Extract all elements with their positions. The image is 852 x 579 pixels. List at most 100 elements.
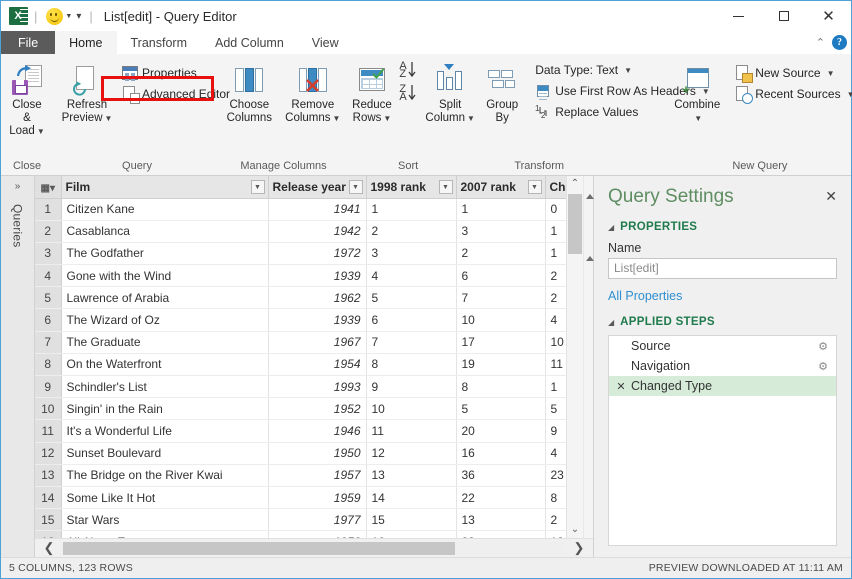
smiley-icon[interactable] [46,8,63,25]
scroll-right-icon[interactable]: ❯ [565,540,593,556]
cell-1998-rank[interactable]: 1 [366,198,456,220]
cell-release-year[interactable]: 1939 [268,309,366,331]
row-number-cell[interactable]: 2 [35,220,61,242]
refresh-preview-button[interactable]: Refresh Preview▼ [61,58,113,125]
filter-icon-release-year[interactable]: ▼ [349,180,363,194]
collapse-ribbon-icon[interactable]: ⌃ [816,36,825,49]
cell-1998-rank[interactable]: 4 [366,265,456,287]
quick-access-toolbar[interactable]: ▼ ▾ [46,8,84,25]
cell-change[interactable]: 1 [545,220,566,242]
cell-2007-rank[interactable]: 19 [456,353,545,375]
table-row[interactable]: 15Star Wars197715132 [35,509,566,531]
cell-2007-rank[interactable]: 8 [456,376,545,398]
properties-collapse-icon[interactable]: ◢ [608,223,614,232]
cell-1998-rank[interactable]: 15 [366,509,456,531]
recent-sources-dropdown-icon[interactable]: ▼ [847,90,852,99]
row-number-cell[interactable]: 12 [35,442,61,464]
close-button[interactable]: ✕ [806,1,851,31]
row-number-cell[interactable]: 3 [35,242,61,264]
combine-button[interactable]: + Combine ▼ [668,58,726,125]
cell-change[interactable]: 2 [545,287,566,309]
cell-1998-rank[interactable]: 11 [366,420,456,442]
cell-1998-rank[interactable]: 14 [366,486,456,508]
cell-2007-rank[interactable]: 10 [456,309,545,331]
remove-columns-dropdown-icon[interactable]: ▼ [333,114,341,123]
column-header-change[interactable]: Change [545,176,566,198]
column-header-2007-rank[interactable]: 2007 rank ▼ [456,176,545,198]
cell-2007-rank[interactable]: 13 [456,509,545,531]
cell-release-year[interactable]: 1959 [268,486,366,508]
filter-icon-1998-rank[interactable]: ▼ [439,180,453,194]
cell-1998-rank[interactable]: 9 [366,376,456,398]
table-row[interactable]: 5Lawrence of Arabia1962572 [35,287,566,309]
cell-2007-rank[interactable]: 20 [456,420,545,442]
applied-step[interactable]: Navigation⚙ [609,356,836,376]
sort-ascending-button[interactable]: A Z [399,61,416,78]
split-column-dropdown-icon[interactable]: ▼ [467,114,475,123]
table-corner-button[interactable]: ▦▾ [35,176,61,198]
tab-view[interactable]: View [298,31,353,54]
advanced-editor-button[interactable]: Advanced Editor [119,84,235,104]
split-column-button[interactable]: Split Column▼ [424,58,476,125]
hscroll-thumb[interactable] [63,542,455,555]
cell-1998-rank[interactable]: 8 [366,353,456,375]
cell-1998-rank[interactable]: 10 [366,398,456,420]
remove-columns-button[interactable]: Remove Columns▼ [280,58,346,125]
cell-2007-rank[interactable]: 2 [456,242,545,264]
table-row[interactable]: 2Casablanca1942231 [35,220,566,242]
table-row[interactable]: 11It's a Wonderful Life194611209 [35,420,566,442]
close-and-load-button[interactable]: Close & Load▼ [1,58,53,138]
table-row[interactable]: 6The Wizard of Oz19396104 [35,309,566,331]
row-number-cell[interactable]: 11 [35,420,61,442]
cell-2007-rank[interactable]: 28 [456,531,545,538]
cell-2007-rank[interactable]: 7 [456,287,545,309]
hscroll-track[interactable] [63,542,565,555]
cell-change[interactable]: 1 [545,242,566,264]
cell-1998-rank[interactable]: 2 [366,220,456,242]
scroll-down-icon[interactable]: ⌄ [567,522,583,538]
row-number-cell[interactable]: 4 [35,265,61,287]
cell-1998-rank[interactable]: 5 [366,287,456,309]
cell-film[interactable]: The Graduate [61,331,268,353]
filter-icon-film[interactable]: ▼ [251,180,265,194]
cell-1998-rank[interactable]: 7 [366,331,456,353]
row-number-cell[interactable]: 7 [35,331,61,353]
cell-film[interactable]: The Godfather [61,242,268,264]
cell-release-year[interactable]: 1952 [268,398,366,420]
step-settings-gear-icon[interactable]: ⚙ [818,360,828,373]
cell-film[interactable]: Schindler's List [61,376,268,398]
close-load-dropdown-icon[interactable]: ▼ [37,127,45,136]
cell-film[interactable]: Gone with the Wind [61,265,268,287]
tab-home[interactable]: Home [55,31,116,54]
cell-release-year[interactable]: 1946 [268,420,366,442]
table-row[interactable]: 14Some Like It Hot195914228 [35,486,566,508]
sort-descending-button[interactable]: Z A [399,84,416,101]
cell-film[interactable]: Sunset Boulevard [61,442,268,464]
queries-pane[interactable]: » Queries [1,176,35,557]
expand-queries-icon[interactable]: » [15,181,21,192]
cell-release-year[interactable]: 1962 [268,287,366,309]
row-number-cell[interactable]: 14 [35,486,61,508]
cell-change[interactable]: 23 [545,464,566,486]
cell-1998-rank[interactable]: 6 [366,309,456,331]
all-properties-link[interactable]: All Properties [608,289,837,303]
vscroll-track[interactable] [567,192,583,522]
maximize-button[interactable] [761,1,806,31]
row-number-cell[interactable]: 10 [35,398,61,420]
cell-release-year[interactable]: 1993 [268,376,366,398]
table-row[interactable]: 13The Bridge on the River Kwai1957133623 [35,464,566,486]
cell-change[interactable]: 8 [545,486,566,508]
properties-button[interactable]: Properties [119,63,235,83]
table-row[interactable]: 8On the Waterfront195481911 [35,353,566,375]
cell-release-year[interactable]: 1941 [268,198,366,220]
reduce-rows-dropdown-icon[interactable]: ▼ [383,114,391,123]
cell-1998-rank[interactable]: 13 [366,464,456,486]
cell-2007-rank[interactable]: 36 [456,464,545,486]
cell-film[interactable]: Citizen Kane [61,198,268,220]
cell-change[interactable]: 10 [545,331,566,353]
table-row[interactable]: 4Gone with the Wind1939462 [35,265,566,287]
cell-film[interactable]: The Bridge on the River Kwai [61,464,268,486]
qat-customize-icon[interactable]: ▾ [76,11,80,22]
cell-release-year[interactable]: 1977 [268,509,366,531]
cell-change[interactable]: 4 [545,442,566,464]
